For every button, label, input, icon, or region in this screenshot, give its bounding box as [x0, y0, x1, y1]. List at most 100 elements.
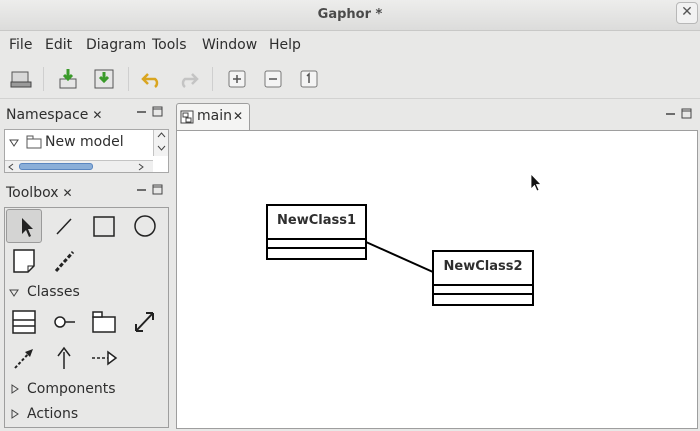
diagram-icon: [180, 110, 194, 124]
namespace-tree[interactable]: New model: [4, 129, 169, 173]
tree-item-new-model[interactable]: New model: [5, 131, 153, 155]
comment-tool[interactable]: [6, 244, 42, 278]
toolbar-separator: [212, 67, 213, 91]
maximize-icon[interactable]: [681, 108, 692, 119]
window-title: Gaphor *: [317, 7, 383, 22]
section-classes-label: Classes: [27, 284, 80, 300]
tree-item-label: New model: [45, 134, 124, 150]
chevron-up-icon[interactable]: [157, 132, 166, 138]
save-as-icon: [94, 69, 114, 89]
package-icon: [26, 135, 42, 149]
menu-bar: File Edit Diagram Tools Window Help: [0, 31, 700, 59]
pointer-tool[interactable]: [6, 209, 42, 243]
minimize-icon[interactable]: [136, 184, 147, 195]
toolbar-separator: [128, 67, 129, 91]
operations-compartment: [434, 293, 532, 302]
realization-icon: [92, 350, 118, 366]
operations-compartment: [268, 247, 365, 256]
toolbox-title: Toolbox: [6, 185, 59, 201]
tab-main[interactable]: main ✕: [176, 103, 250, 131]
box-tool[interactable]: [86, 209, 122, 243]
expander-right-icon: [11, 409, 19, 419]
zoom-reset-button[interactable]: [297, 67, 321, 91]
menu-help[interactable]: Help: [269, 37, 301, 53]
menu-file[interactable]: File: [9, 37, 32, 53]
maximize-icon[interactable]: [152, 184, 163, 195]
association-icon: [135, 312, 154, 332]
toolbox: Classes Components Actions: [4, 207, 169, 428]
menu-tools[interactable]: Tools: [152, 37, 187, 53]
redo-button[interactable]: [176, 67, 200, 91]
title-bar: Gaphor * ✕: [0, 0, 700, 31]
ellipse-icon: [134, 215, 156, 237]
maximize-icon[interactable]: [152, 106, 163, 117]
redo-icon: [181, 73, 199, 88]
tab-toolbox[interactable]: Toolbox ✕: [2, 181, 77, 207]
generalization-tool[interactable]: [46, 341, 82, 375]
window-close-button[interactable]: ✕: [676, 2, 698, 24]
tab-namespace[interactable]: Namespace ✕: [2, 103, 106, 129]
interface-icon: [54, 316, 75, 328]
dependency-icon: [14, 349, 33, 369]
box-icon: [93, 216, 115, 237]
diagram-canvas[interactable]: NewClass1 NewClass2: [176, 130, 698, 429]
toolbar-separator: [43, 67, 44, 91]
menu-window[interactable]: Window: [202, 37, 257, 53]
comment-icon: [13, 249, 35, 273]
close-icon[interactable]: ✕: [63, 181, 73, 205]
toolbox-header: Toolbox ✕: [0, 179, 172, 207]
class-icon: [12, 310, 36, 334]
expander-down-icon[interactable]: [9, 139, 19, 147]
interface-tool[interactable]: [46, 305, 82, 339]
toolbar: [0, 59, 700, 99]
attributes-compartment: [434, 284, 532, 293]
menu-diagram[interactable]: Diagram: [86, 37, 146, 53]
undo-button[interactable]: [140, 67, 164, 91]
vertical-scrollbar[interactable]: [153, 130, 168, 156]
open-button[interactable]: [9, 67, 33, 91]
zoom-in-button[interactable]: [225, 67, 249, 91]
section-components-label: Components: [27, 381, 116, 397]
class-element[interactable]: NewClass2: [432, 250, 534, 306]
namespace-title: Namespace: [6, 107, 89, 123]
comment-line-tool[interactable]: [46, 244, 82, 278]
chevron-right-icon[interactable]: [138, 163, 144, 171]
minimize-icon[interactable]: [665, 108, 676, 119]
zoom-in-icon: [228, 70, 246, 88]
class-name[interactable]: NewClass1: [268, 206, 365, 238]
close-icon[interactable]: ✕: [233, 109, 243, 123]
zoom-reset-icon: [300, 70, 318, 88]
ellipse-tool[interactable]: [126, 209, 162, 243]
attributes-compartment: [268, 238, 365, 247]
menu-edit[interactable]: Edit: [45, 37, 72, 53]
class-tool[interactable]: [6, 305, 42, 339]
chevron-down-icon[interactable]: [157, 145, 166, 151]
class-element[interactable]: NewClass1: [266, 204, 367, 260]
close-icon[interactable]: ✕: [92, 103, 102, 127]
save-as-button[interactable]: [92, 67, 116, 91]
pointer-icon: [22, 218, 33, 237]
save-button[interactable]: [56, 67, 80, 91]
zoom-out-button[interactable]: [261, 67, 285, 91]
line-icon: [56, 218, 72, 235]
close-icon: ✕: [681, 4, 693, 20]
realization-tool[interactable]: [86, 341, 122, 375]
tab-main-label: main: [197, 108, 232, 124]
scrollbar-thumb[interactable]: [19, 163, 93, 170]
horizontal-scrollbar[interactable]: [5, 160, 153, 172]
package-tool[interactable]: [86, 305, 122, 339]
dependency-tool[interactable]: [6, 341, 42, 375]
association-tool[interactable]: [126, 305, 162, 339]
save-icon: [59, 69, 77, 89]
expander-down-icon: [9, 289, 19, 297]
class-name[interactable]: NewClass2: [434, 252, 532, 284]
undo-icon: [141, 73, 159, 88]
mouse-cursor-icon: [530, 173, 542, 192]
minimize-icon[interactable]: [136, 106, 147, 117]
dashed-line-icon: [54, 250, 75, 273]
chevron-left-icon[interactable]: [8, 163, 14, 171]
diagram-pane: main ✕ NewClass1 NewClass2: [176, 103, 698, 429]
line-tool[interactable]: [46, 209, 82, 243]
zoom-out-icon: [264, 70, 282, 88]
package-icon: [92, 311, 116, 333]
